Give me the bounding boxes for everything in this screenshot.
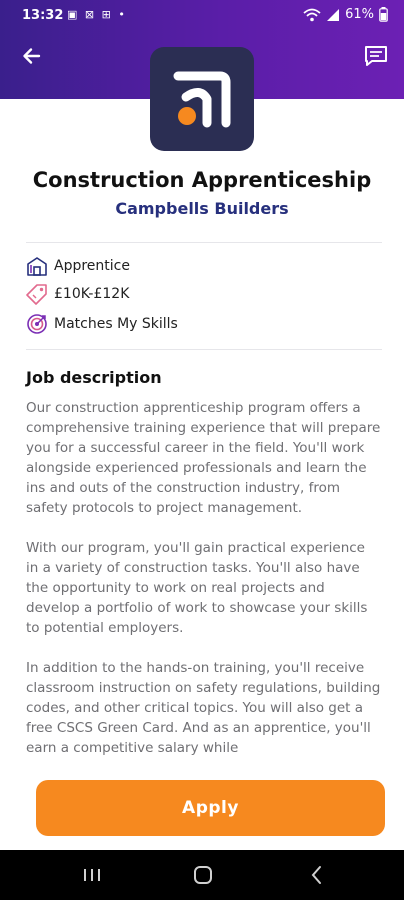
wifi-icon — [303, 8, 321, 21]
price-tag-icon — [26, 284, 47, 305]
tag-label: Apprentice — [54, 258, 130, 274]
home-button[interactable] — [190, 862, 216, 888]
house-icon — [27, 257, 47, 276]
apply-button[interactable]: Apply — [36, 780, 385, 836]
description-paragraph: Our construction apprenticeship program … — [26, 400, 381, 516]
back-button[interactable] — [18, 42, 46, 70]
system-navigation-bar — [0, 850, 404, 900]
tag-salary: £10K-£12K — [26, 281, 129, 307]
home-icon — [194, 866, 212, 884]
job-description[interactable]: Our construction apprenticeship program … — [26, 398, 381, 766]
signal-icon — [327, 8, 340, 21]
job-title: Construction Apprenticeship — [32, 168, 372, 192]
arrow-left-icon — [23, 48, 41, 64]
description-paragraph: In addition to the hands-on training, yo… — [26, 660, 381, 756]
message-button[interactable] — [362, 42, 390, 70]
chevron-left-icon — [311, 866, 321, 884]
battery-icon — [379, 7, 388, 22]
battery-percent: 61% — [345, 7, 374, 22]
section-heading: Job description — [26, 368, 162, 387]
logo-mark-icon — [173, 71, 231, 128]
status-right: 61% — [303, 7, 388, 22]
divider — [26, 349, 382, 350]
tag-job-type: Apprentice — [26, 253, 130, 279]
company-name[interactable]: Campbells Builders — [0, 199, 404, 218]
divider — [26, 242, 382, 243]
target-icon — [27, 314, 47, 334]
system-back-button[interactable] — [304, 862, 330, 888]
description-paragraph: With our program, you'll gain practical … — [26, 540, 368, 636]
recent-apps-icon — [84, 869, 100, 881]
notification-icons: ▣ ⊠ ⊞ • — [67, 8, 127, 21]
tag-label: £10K-£12K — [54, 286, 130, 302]
company-logo — [150, 47, 254, 151]
tag-skills-match: Matches My Skills — [26, 311, 178, 337]
status-time: 13:32 — [22, 8, 64, 23]
status-bar: 13:32 ▣ ⊠ ⊞ • 61% — [0, 0, 404, 32]
chat-icon — [365, 46, 387, 66]
tag-label: Matches My Skills — [54, 316, 178, 332]
recent-apps-button[interactable] — [79, 862, 105, 888]
